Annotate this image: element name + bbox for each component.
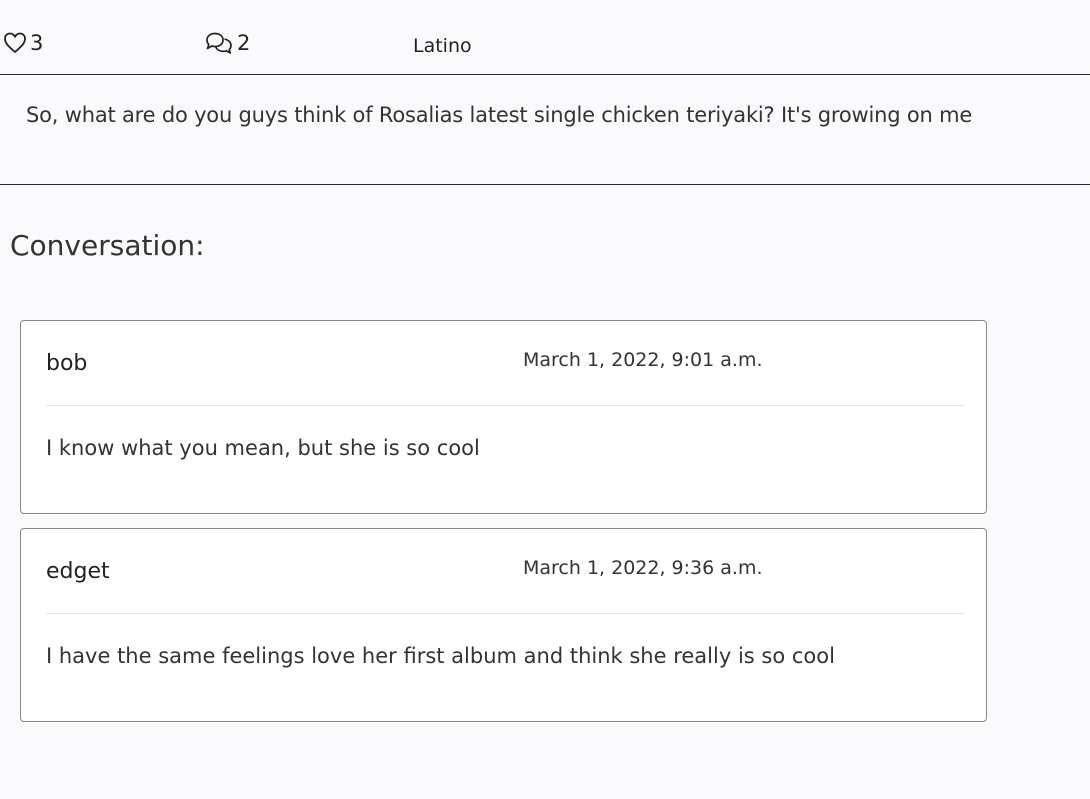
post-stats-bar: 3 2 Latino	[0, 0, 1090, 75]
comment-card: bob March 1, 2022, 9:01 a.m. I know what…	[20, 320, 987, 514]
chat-bubbles-icon	[204, 31, 234, 55]
comments-button[interactable]: 2	[204, 31, 250, 55]
comment-date: March 1, 2022, 9:01 a.m.	[523, 349, 763, 371]
comments-count: 2	[237, 31, 251, 55]
comment-text: I have the same feelings love her first …	[46, 644, 835, 668]
like-button[interactable]: 3	[3, 31, 43, 55]
post-tag[interactable]: Latino	[413, 35, 472, 57]
comment-author: edget	[46, 559, 110, 584]
comment-divider	[46, 613, 964, 614]
heart-icon	[3, 32, 27, 54]
comment-card: edget March 1, 2022, 9:36 a.m. I have th…	[20, 528, 987, 722]
comment-author: bob	[46, 351, 88, 376]
conversation-heading: Conversation:	[10, 229, 205, 262]
likes-count: 3	[30, 31, 44, 55]
post-body: So, what are do you guys think of Rosali…	[0, 75, 1090, 185]
comment-divider	[46, 405, 964, 406]
comment-date: March 1, 2022, 9:36 a.m.	[523, 557, 763, 579]
post-text: So, what are do you guys think of Rosali…	[26, 103, 973, 127]
comment-text: I know what you mean, but she is so cool	[46, 436, 480, 460]
